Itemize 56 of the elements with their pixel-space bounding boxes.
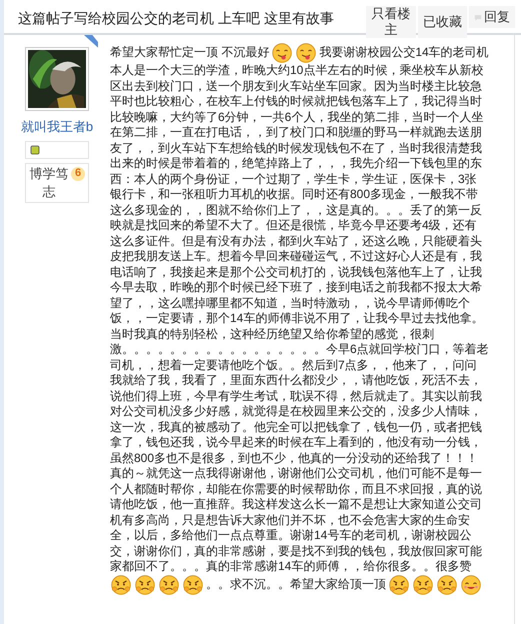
angry-face-icon xyxy=(111,574,131,594)
angry-face-icon xyxy=(183,574,203,594)
post-text-line: 我要谢谢校园公交14车的老司机 xyxy=(319,45,489,61)
post-text-line: 这么多现金的，，图就不给你们上了，，这是真的。。。丢了的第一反 xyxy=(110,202,482,218)
angry-face-icon xyxy=(437,574,457,594)
post-text-line: 这么多证件。但是有没有办法，都到火车站了，还这么晚，只能硬着头 xyxy=(110,234,482,249)
post-text-line: 饭，，一定要请，那个14车的师傅非说不用了，让我今早过去找他拿。 xyxy=(110,311,484,326)
post-text-line: 电话响了，我接起来是那个公交司机打的，说我钱包落他车上了，让我 xyxy=(110,264,482,280)
post-text-line: 交，谢谢你们，真的非常感谢，要是找不到我的钱包，我放假回家可能 xyxy=(110,544,482,559)
post-text-line: 比较晚嘛，大约等了6分钟，一共6个人，我坐的第二排，当时一个人坐 xyxy=(110,110,484,125)
post-text-line: 皮把我朋友送上车。想着今早回来碰碰运气，不过这好心人还是有，我 xyxy=(110,249,482,264)
post-text-line: 西：本人的两个身份证，一个过期了，学生卡，学生证，医保卡，3张 xyxy=(110,172,477,187)
post-text-line: 映就是找回来的希望不大了。但还是很慌，毕竟今早还要考4级，还有 xyxy=(110,218,477,234)
post-text-line: 全，以后，多给他们一点点尊重。谢谢14号车的老司机，谢谢校园公 xyxy=(110,528,472,544)
post-text-line: 希望大家帮忙定一顶 不沉最好 xyxy=(110,45,270,61)
post-text-line: 。。求不沉。。希望大家给顶一顶 xyxy=(206,576,386,592)
post-text-line: 本人是一个大三的学渣，昨晚大约10点半左右的时候，乘坐校车从新校 xyxy=(110,63,484,78)
thread-title: 这篇帖子写给校园公交的老司机 上车吧 这里有故事 xyxy=(18,9,334,28)
post-text-line: 拿了，钱包还我，说今早起来的时候在车上看到的，他没有动一分钱， xyxy=(110,435,482,450)
user-title: 博学笃志 xyxy=(29,164,69,200)
toolbar-button[interactable]: 只看楼主 xyxy=(366,6,416,38)
smiling-face-icon xyxy=(461,574,481,594)
angry-face-icon xyxy=(135,574,155,594)
speech-bubble-icon xyxy=(474,14,482,20)
post-text-line: 当时我真的特别轻松，这种经历绝望又给你希望的感觉，很刺 xyxy=(110,326,434,342)
post-text-line: 个人都随时帮你，却能在你需要的时候帮助你，而且不求回报，真的说 xyxy=(110,482,482,497)
reply-button[interactable]: 回复 xyxy=(469,6,515,28)
angry-face-icon xyxy=(159,574,179,594)
post-text-line: 司机，，想着一定要请他吃个饭。。然后到7点多，，他来了，，问问 xyxy=(110,358,477,373)
post-text-line: 望了，，这么嘿掉哪里都不知道，当时特激动，，说今早请师傅吃个 xyxy=(110,296,470,311)
post-text-line: 今早去取，昨晚的那个时候已经下班了，接到电话之前我都不报太大希 xyxy=(110,280,482,296)
tongue-face-icon xyxy=(296,43,316,63)
post-text-line: 激。。。。。。。。。。。。。。。。。今早6点就回学校门口，等着老 xyxy=(110,342,489,358)
post-text-line: 银行卡，和一张租听力耳机的收据。同时还有800多现金，一般我不带 xyxy=(110,187,478,202)
post-text-line: 说他们得上班，今早有学生考试，耽误不得，然后就走了。其实以前我 xyxy=(110,388,482,404)
post-text-line: 对公交司机没多少好感，就觉得是在校园里来公交的，没多少人情味， xyxy=(110,404,482,420)
tongue-face-icon xyxy=(272,43,292,63)
post-text-line: 虽然800多也不是很多，到也不少，他真的一分没动的还给我了！！！ xyxy=(110,450,478,466)
post-text-line: 家都回不了。。。真的非常感谢14车的师傅，，给你很多。。很多赞 xyxy=(110,559,472,574)
post-text-line: 真的～就凭这一点我得谢谢他，谢谢他们公交司机，他们可能不是每一 xyxy=(110,466,482,482)
level-badge: 6 xyxy=(71,166,85,180)
post-text-line: 出来的时候是带着着的，绝笔掉路上了，，，我先介绍一下钱包里的东 xyxy=(110,156,482,172)
post-text-line: 我就给了我，我看了，里面东西什么都没少，，请他吃饭，死活不去， xyxy=(110,373,482,388)
angry-face-icon xyxy=(413,574,433,594)
post-text-line: 请他吃饭，他一直推辞。我这样发这么长一篇不是想让大家知道公交司 xyxy=(110,497,482,512)
post-text-line: 平时也比较粗心，在校车上付钱的时候就把钱包落车上了，我记得当时 xyxy=(110,94,482,110)
corner-ribbon-icon xyxy=(82,35,100,49)
post-text-line: 机有多高尚，只是想告诉大家他们并不坏，也不会危害大家的生命安 xyxy=(110,512,470,528)
post-text-line: 友了，，到火车站下车想给钱的时候发现钱包不在了，当时我很清楚我 xyxy=(110,140,482,156)
angry-face-icon xyxy=(389,574,409,594)
username-link[interactable]: 就叫我王者b xyxy=(20,117,94,136)
post-text-line: 区出去到校门口，送一个朋友到火车站坐车回家。因为当时楼主比较急 xyxy=(110,78,482,94)
toolbar-button[interactable]: 已收藏 xyxy=(418,6,467,38)
post-text-line: 在第二排，一直在打电话，，到了校门口和脱缰的野马一样就跑去送朋 xyxy=(110,125,482,140)
post-text-line: 这一次，我真的被感动了。他完全可以把钱拿了，钱包一仍，或者把钱 xyxy=(110,420,482,435)
gem-icon xyxy=(30,144,40,154)
